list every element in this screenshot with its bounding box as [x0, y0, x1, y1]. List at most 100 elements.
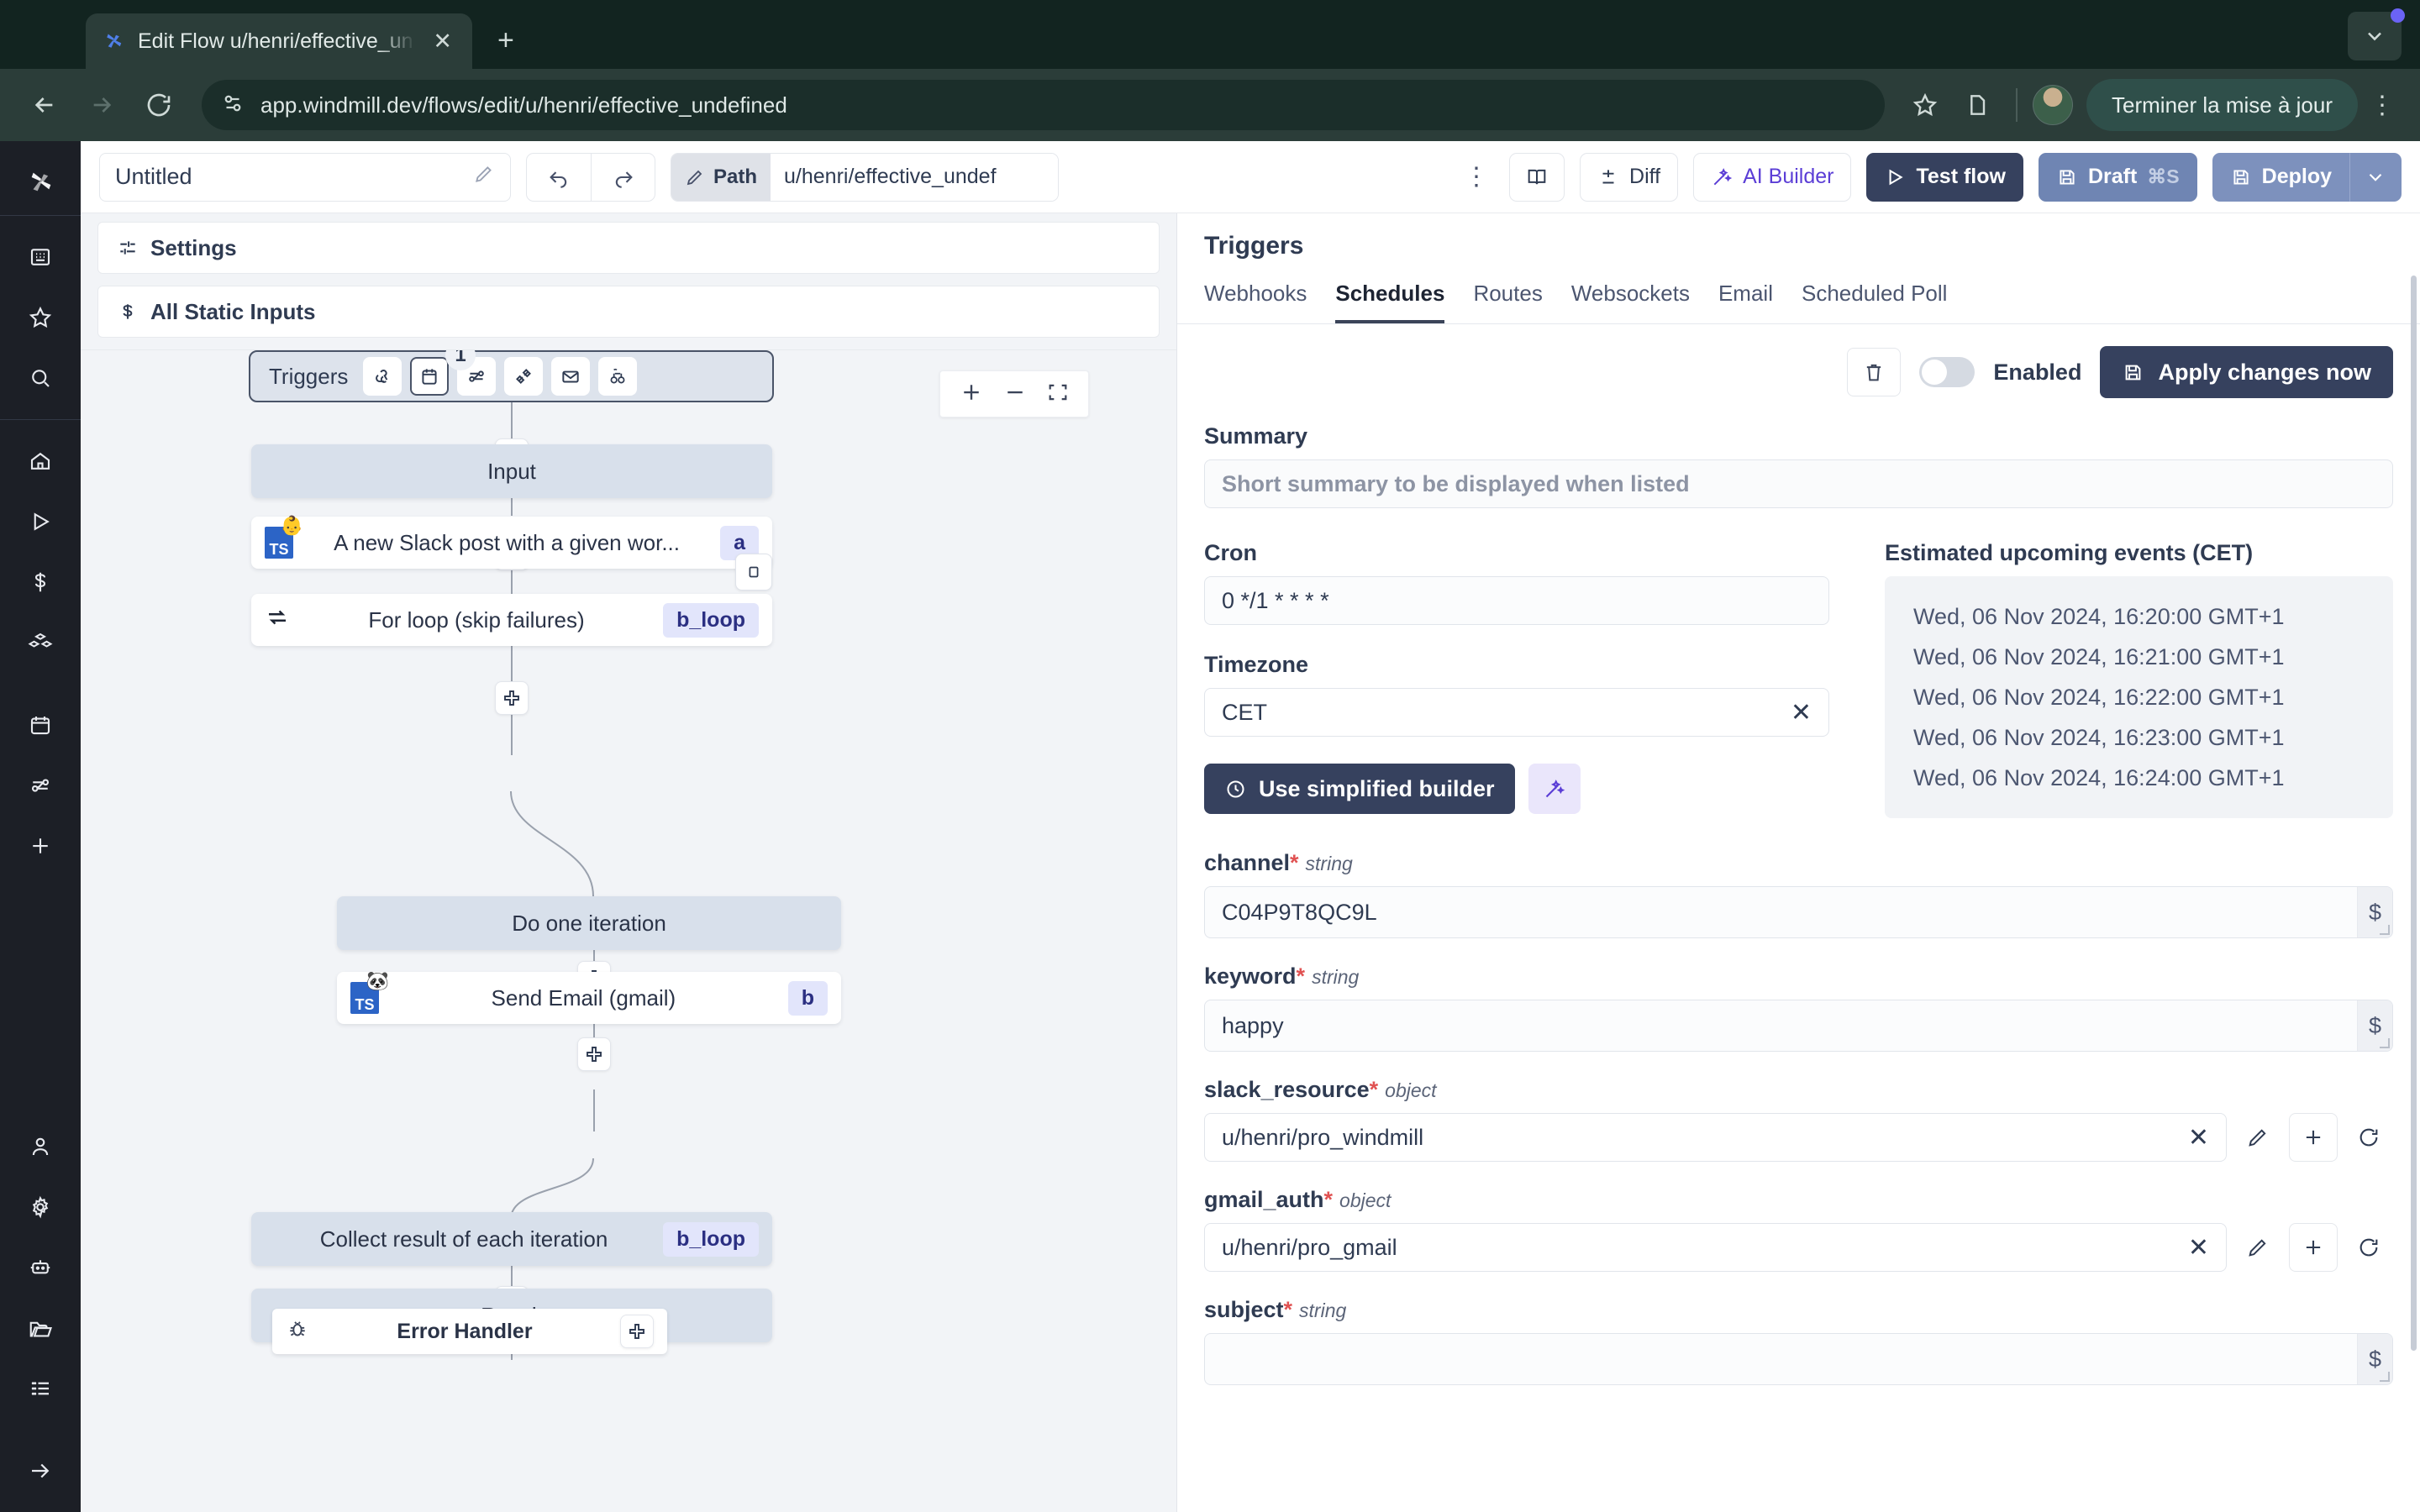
resources-icon[interactable]	[14, 617, 66, 669]
deploy-button[interactable]: Deploy	[2212, 152, 2349, 202]
redo-icon[interactable]	[591, 153, 655, 201]
tab-websockets[interactable]: Websockets	[1571, 281, 1690, 323]
back-arrow-icon[interactable]	[18, 79, 71, 131]
extensions-icon[interactable]	[1954, 81, 2001, 129]
flow-node-for-loop[interactable]: For loop (skip failures) b_loop	[251, 594, 772, 646]
scheduled-poll-icon[interactable]	[598, 357, 638, 396]
keyword-input[interactable]: happy $	[1204, 1000, 2393, 1053]
panel-scroll[interactable]: Triggers Webhooks Schedules Routes Webso…	[1177, 141, 2420, 1512]
tab-routes[interactable]: Routes	[1473, 281, 1542, 323]
deploy-chevron-down-icon[interactable]	[2349, 152, 2402, 202]
add-icon[interactable]	[14, 820, 66, 872]
windmill-logo[interactable]	[0, 150, 81, 215]
settings-accordion[interactable]: Settings	[97, 222, 1160, 274]
fit-view-icon[interactable]	[1046, 381, 1070, 408]
subject-input[interactable]: $	[1204, 1333, 2393, 1386]
path-value[interactable]: u/henri/effective_undef	[771, 153, 1059, 201]
schedules-icon[interactable]	[14, 699, 66, 751]
variables-icon[interactable]	[14, 1362, 66, 1415]
error-handler-node[interactable]: Error Handler	[272, 1309, 667, 1354]
flow-node-send-email[interactable]: 🐼 TS Send Email (gmail) b	[337, 970, 841, 1024]
browser-tab[interactable]: Edit Flow u/henri/effective_un ✕	[86, 13, 472, 69]
close-icon[interactable]: ✕	[2188, 1123, 2209, 1152]
diff-button[interactable]: Diff	[1580, 152, 1679, 202]
email-icon[interactable]	[551, 357, 591, 396]
draft-button[interactable]: Draft ⌘S	[2038, 152, 2197, 202]
flow-node-slack-trigger[interactable]: 👶 TS A new Slack post with a given wor..…	[251, 515, 772, 591]
refresh-icon[interactable]	[2344, 1113, 2393, 1162]
dollar-icon[interactable]: $	[2357, 1000, 2392, 1052]
close-icon[interactable]: ✕	[428, 25, 457, 58]
home-icon[interactable]	[14, 435, 66, 487]
static-inputs-accordion[interactable]: All Static Inputs	[97, 286, 1160, 338]
gmail-auth-input[interactable]: u/henri/pro_gmail ✕	[1204, 1223, 2227, 1273]
undo-icon[interactable]	[527, 154, 591, 201]
flow-node-input[interactable]: Input	[251, 444, 772, 498]
magic-wand-icon[interactable]	[1528, 764, 1581, 814]
triggers-node[interactable]: Triggers 1	[249, 350, 774, 402]
ai-agent-icon[interactable]	[14, 1242, 66, 1294]
dollar-icon[interactable]: $	[2357, 887, 2392, 938]
reload-icon[interactable]	[133, 79, 185, 131]
new-tab-button[interactable]: +	[497, 24, 514, 69]
webhook-icon[interactable]	[363, 357, 402, 396]
star-icon[interactable]	[1902, 81, 1949, 129]
zoom-in-button[interactable]	[959, 380, 984, 409]
schedule-calendar-icon[interactable]	[410, 357, 450, 396]
tab-scheduled-poll[interactable]: Scheduled Poll	[1802, 281, 1947, 323]
flow-canvas[interactable]: Triggers 1 Input 👶 TS A new Slack post w…	[81, 349, 1176, 1512]
slack-resource-input[interactable]: u/henri/pro_windmill ✕	[1204, 1113, 2227, 1163]
test-flow-button[interactable]: Test flow	[1866, 152, 2023, 202]
close-icon[interactable]: ✕	[1791, 698, 1812, 727]
zoom-out-button[interactable]	[1002, 380, 1028, 409]
flow-node-collect-result[interactable]: Collect result of each iteration b_loop	[251, 1212, 772, 1266]
panel-scrollbar[interactable]	[2411, 276, 2417, 1351]
triggers-icon[interactable]	[14, 759, 66, 811]
docs-button[interactable]	[1509, 152, 1565, 202]
close-icon[interactable]: ✕	[2188, 1233, 2209, 1263]
flow-more-menu-icon[interactable]: ⋮	[1459, 162, 1494, 192]
chevron-down-icon[interactable]	[2348, 8, 2405, 60]
websocket-icon[interactable]	[504, 357, 544, 396]
pencil-icon[interactable]	[2233, 1223, 2282, 1272]
site-settings-icon[interactable]	[220, 91, 245, 120]
expand-sidebar-icon[interactable]	[14, 1445, 66, 1497]
kebab-menu-icon[interactable]: ⋮	[2363, 91, 2402, 120]
pricing-icon[interactable]	[14, 556, 66, 608]
account-icon[interactable]	[14, 1121, 66, 1173]
cron-input[interactable]: 0 */1 * * * *	[1204, 576, 1829, 625]
tab-email[interactable]: Email	[1718, 281, 1773, 323]
add-step-button[interactable]	[577, 1037, 611, 1071]
address-bar[interactable]: app.windmill.dev/flows/edit/u/henri/effe…	[202, 80, 1886, 130]
runs-icon[interactable]	[14, 496, 66, 548]
refresh-icon[interactable]	[2344, 1223, 2393, 1272]
favorites-icon[interactable]	[14, 291, 66, 344]
ai-builder-button[interactable]: AI Builder	[1693, 152, 1852, 202]
apply-changes-button[interactable]: Apply changes now	[2100, 346, 2393, 398]
dollar-icon[interactable]: $	[2357, 1334, 2392, 1385]
plus-icon[interactable]	[2289, 1113, 2338, 1163]
add-error-handler-button[interactable]	[620, 1315, 654, 1348]
use-simplified-builder-button[interactable]: Use simplified builder	[1204, 764, 1515, 814]
trash-icon[interactable]	[1847, 348, 1902, 396]
folders-icon[interactable]	[14, 1302, 66, 1354]
node-stop-icon[interactable]	[735, 554, 772, 591]
timezone-input[interactable]: CET ✕	[1204, 688, 1829, 737]
search-icon[interactable]	[14, 352, 66, 404]
channel-input[interactable]: C04P9T8QC9L $	[1204, 886, 2393, 939]
tab-schedules[interactable]: Schedules	[1335, 281, 1445, 323]
flow-node-do-one-iteration[interactable]: Do one iteration	[337, 896, 841, 950]
update-browser-button[interactable]: Terminer la mise à jour	[2086, 79, 2358, 131]
plus-icon[interactable]	[2289, 1223, 2338, 1273]
flow-name-field[interactable]: Untitled	[99, 152, 511, 202]
workspace-icon[interactable]	[14, 231, 66, 283]
pencil-icon[interactable]	[473, 163, 495, 191]
flow-path[interactable]: Path u/henri/effective_undef	[671, 152, 1060, 202]
settings-icon[interactable]	[14, 1181, 66, 1233]
pencil-icon[interactable]	[2233, 1113, 2282, 1162]
enabled-toggle[interactable]	[1919, 357, 1975, 387]
tab-webhooks[interactable]: Webhooks	[1204, 281, 1307, 323]
summary-input[interactable]: Short summary to be displayed when liste…	[1204, 459, 2393, 508]
avatar[interactable]	[2033, 85, 2074, 125]
add-step-button[interactable]	[495, 681, 529, 715]
